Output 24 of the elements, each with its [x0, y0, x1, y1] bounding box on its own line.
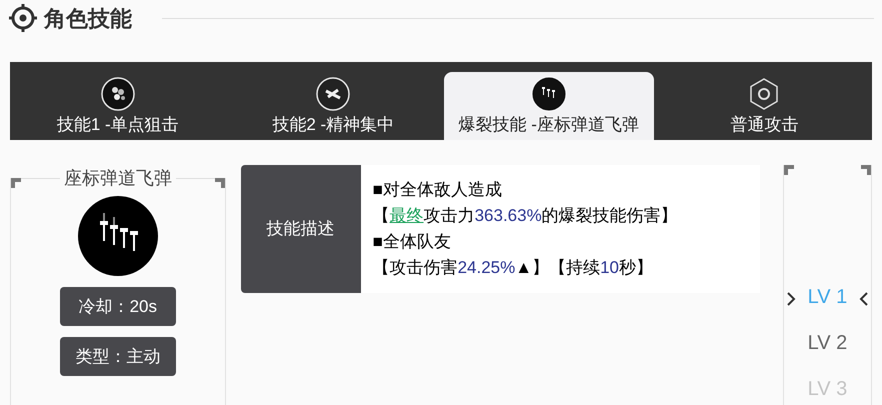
chevron-left-icon	[859, 291, 869, 307]
description-line: ■对全体敌人造成	[372, 179, 503, 201]
corner-bracket	[214, 178, 225, 188]
skill-tab[interactable]: 爆裂技能 -座标弹道飞弹	[444, 72, 654, 140]
skill-icon	[316, 77, 350, 111]
level-option[interactable]: LV 2	[808, 331, 848, 355]
chevron-right-icon	[786, 291, 796, 307]
info-tag: 冷却：20s	[60, 287, 176, 326]
missile-icon	[78, 196, 158, 276]
missile-icon	[532, 77, 566, 111]
corner-bracket	[861, 165, 871, 175]
description-line: 【攻击伤害24.25%▲】【持续10秒】	[372, 257, 654, 279]
corner-bracket	[784, 165, 794, 175]
section-title: 角色技能	[44, 4, 132, 32]
description-line: ■全体队友	[372, 231, 452, 253]
corner-bracket	[11, 178, 21, 188]
skill-tab[interactable]: 技能1 -单点狙击	[13, 72, 222, 140]
info-tag: 类型：主动	[60, 337, 176, 376]
description-label: 技能描述	[240, 165, 361, 293]
target-icon	[8, 3, 38, 33]
skill-tab[interactable]: 技能2 -精神集中	[228, 72, 438, 140]
skill-tab[interactable]: 普通攻击	[660, 72, 869, 140]
description-line: 【最终攻击力363.63%的爆裂技能伤害】	[372, 205, 679, 227]
skill-icon	[100, 77, 135, 111]
